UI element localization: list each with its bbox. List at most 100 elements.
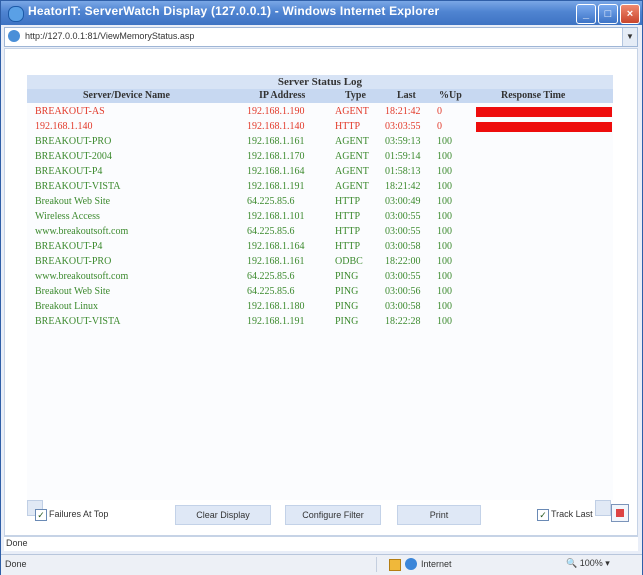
- response-time-bar: [476, 122, 612, 132]
- check-type: PING: [335, 301, 359, 312]
- check-type: HTTP: [335, 226, 360, 237]
- last-check-time: 03:00:49: [385, 196, 421, 207]
- log-row: BREAKOUT-VISTA 192.168.1.191 AGENT 18:21:42…: [27, 180, 613, 195]
- ip-address: 192.168.1.101: [247, 211, 305, 222]
- failures-at-top-checkbox[interactable]: ✓: [35, 509, 47, 521]
- last-check-time: 03:03:55: [385, 121, 421, 132]
- ip-address: 192.168.1.191: [247, 181, 305, 192]
- uptime-percent: 100: [437, 301, 452, 312]
- maximize-button[interactable]: □: [598, 4, 618, 24]
- status-bar: Done Internet 🔍 100% ▾: [1, 554, 642, 575]
- device-name: Breakout Web Site: [35, 286, 111, 297]
- log-row: www.breakoutsoft.com 64.225.85.6 HTTP 03:00…: [27, 225, 613, 240]
- response-time-bar: [476, 107, 612, 117]
- device-name: www.breakoutsoft.com: [35, 271, 129, 282]
- uptime-percent: 0: [437, 121, 442, 132]
- last-check-time: 18:22:00: [385, 256, 421, 267]
- last-check-time: 03:00:55: [385, 271, 421, 282]
- device-name: 192.168.1.140: [35, 121, 93, 132]
- device-name: BREAKOUT-AS: [35, 106, 105, 117]
- minimize-button[interactable]: _: [576, 4, 596, 24]
- uptime-percent: 100: [437, 196, 452, 207]
- address-bar[interactable]: http://127.0.0.1:81/ViewMemoryStatus.asp…: [4, 27, 638, 47]
- log-row: Breakout Web Site 64.225.85.6 HTTP 03:00:49…: [27, 195, 613, 210]
- log-row: BREAKOUT-P4 192.168.1.164 AGENT 01:58:13 100: [27, 165, 613, 180]
- title-bar[interactable]: HeatorIT: ServerWatch Display (127.0.0.1…: [1, 1, 642, 25]
- uptime-percent: 0: [437, 106, 442, 117]
- check-type: HTTP: [335, 196, 360, 207]
- col-header-type: Type: [345, 90, 366, 101]
- log-row: Breakout Linux 192.168.1.180 PING 03:00:58 1…: [27, 300, 613, 315]
- log-title: Server Status Log: [27, 75, 613, 89]
- log-row: www.breakoutsoft.com 64.225.85.6 PING 03:00…: [27, 270, 613, 285]
- footer-controls: ✓ Failures At Top Clear Display Configur…: [27, 504, 629, 526]
- ip-address: 192.168.1.191: [247, 316, 305, 327]
- log-header-row: Server/Device Name IP Address Type Last …: [27, 89, 613, 103]
- configure-filter-button[interactable]: Configure Filter: [285, 505, 381, 525]
- log-row: BREAKOUT-PRO 192.168.1.161 ODBC 18:22:00 100: [27, 255, 613, 270]
- last-check-time: 18:21:42: [385, 181, 421, 192]
- ip-address: 64.225.85.6: [247, 226, 295, 237]
- device-name: BREAKOUT-PRO: [35, 256, 112, 267]
- check-type: AGENT: [335, 136, 369, 147]
- check-type: HTTP: [335, 121, 360, 132]
- last-check-time: 18:21:42: [385, 106, 421, 117]
- zoom-icon: 🔍: [566, 558, 578, 568]
- print-button[interactable]: Print: [397, 505, 481, 525]
- ip-address: 192.168.1.180: [247, 301, 305, 312]
- protected-mode-icon: [389, 559, 401, 571]
- log-row: Breakout Web Site 64.225.85.6 PING 03:00:56…: [27, 285, 613, 300]
- device-name: www.breakoutsoft.com: [35, 226, 129, 237]
- check-type: AGENT: [335, 106, 369, 117]
- check-type: HTTP: [335, 211, 360, 222]
- zoom-level: 100%: [579, 558, 603, 568]
- server-status-log: Server Status Log Server/Device Name IP …: [27, 75, 613, 500]
- log-row: 192.168.1.140 192.168.1.140 HTTP 03:03:55 0: [27, 120, 613, 135]
- browser-window: HeatorIT: ServerWatch Display (127.0.0.1…: [0, 0, 643, 575]
- last-check-time: 03:00:58: [385, 241, 421, 252]
- uptime-percent: 100: [437, 166, 452, 177]
- track-last-checkbox[interactable]: ✓: [537, 509, 549, 521]
- ip-address: 192.168.1.161: [247, 136, 305, 147]
- clear-display-button[interactable]: Clear Display: [175, 505, 271, 525]
- zoom-control[interactable]: 🔍 100% ▾: [566, 558, 610, 569]
- uptime-percent: 100: [437, 226, 452, 237]
- ip-address: 64.225.85.6: [247, 271, 295, 282]
- ip-address: 192.168.1.164: [247, 166, 305, 177]
- track-last-label: Track Last: [551, 509, 593, 519]
- window-title: HeatorIT: ServerWatch Display (127.0.0.1…: [28, 4, 440, 18]
- check-type: PING: [335, 286, 359, 297]
- page-content: Server Status Log Server/Device Name IP …: [4, 48, 638, 536]
- ie-icon: [8, 6, 24, 22]
- internet-zone-icon: [405, 558, 417, 570]
- last-check-time: 01:59:14: [385, 151, 421, 162]
- log-row: BREAKOUT-2004 192.168.1.170 AGENT 01:59:14 1…: [27, 150, 613, 165]
- uptime-percent: 100: [437, 211, 452, 222]
- uptime-percent: 100: [437, 181, 452, 192]
- address-dropdown-icon[interactable]: ▼: [622, 28, 637, 46]
- device-name: BREAKOUT-VISTA: [35, 316, 121, 327]
- uptime-percent: 100: [437, 151, 452, 162]
- last-check-time: 03:00:55: [385, 211, 421, 222]
- check-type: AGENT: [335, 166, 369, 177]
- ip-address: 64.225.85.6: [247, 196, 295, 207]
- device-name: BREAKOUT-P4: [35, 166, 103, 177]
- check-type: AGENT: [335, 151, 369, 162]
- log-row: BREAKOUT-PRO 192.168.1.161 AGENT 03:59:13 10…: [27, 135, 613, 150]
- last-check-time: 03:00:55: [385, 226, 421, 237]
- security-zone[interactable]: Internet: [376, 557, 537, 572]
- device-name: BREAKOUT-PRO: [35, 136, 112, 147]
- device-name: BREAKOUT-VISTA: [35, 181, 121, 192]
- last-check-time: 03:00:58: [385, 301, 421, 312]
- address-text[interactable]: http://127.0.0.1:81/ViewMemoryStatus.asp: [25, 31, 194, 41]
- export-icon[interactable]: [611, 504, 629, 522]
- close-button[interactable]: ×: [620, 4, 640, 24]
- uptime-percent: 100: [437, 136, 452, 147]
- page-status-bar: Done: [4, 536, 638, 551]
- ip-address: 64.225.85.6: [247, 286, 295, 297]
- uptime-percent: 100: [437, 316, 452, 327]
- ip-address: 192.168.1.190: [247, 106, 305, 117]
- last-check-time: 18:22:28: [385, 316, 421, 327]
- col-header-ip: IP Address: [259, 90, 306, 101]
- device-name: BREAKOUT-2004: [35, 151, 112, 162]
